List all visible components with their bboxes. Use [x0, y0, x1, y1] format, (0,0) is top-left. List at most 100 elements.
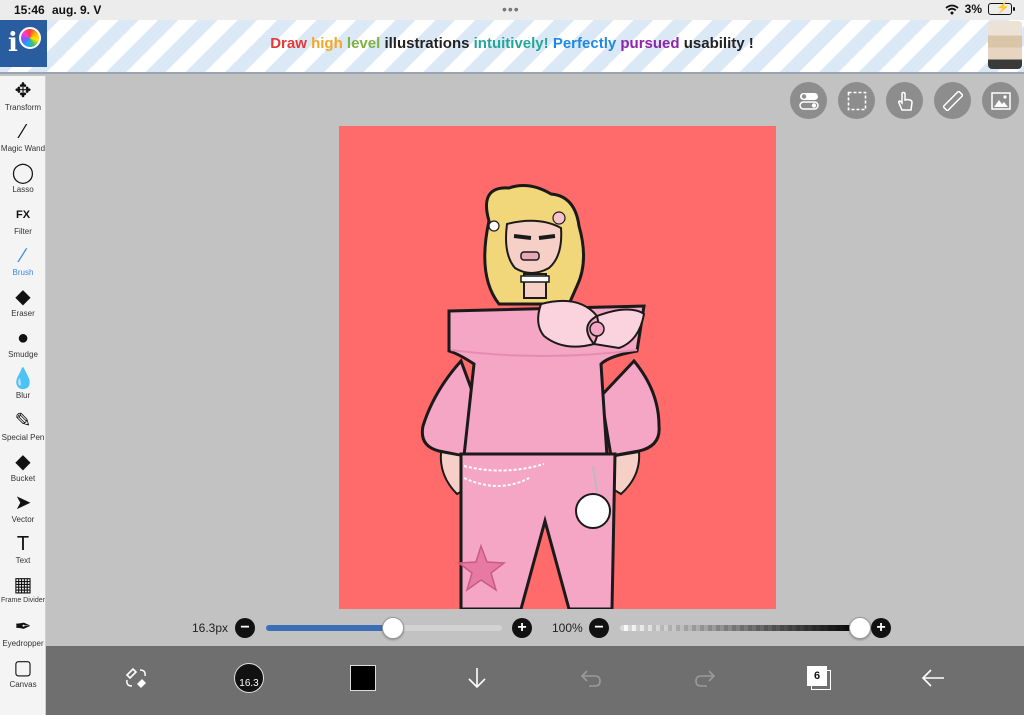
arrow-left-icon: [921, 669, 944, 687]
tool-eraser[interactable]: ◆ Eraser: [0, 284, 46, 325]
eraser-icon: ◆: [15, 286, 31, 308]
tool-label: Frame Divider: [1, 597, 45, 605]
frame-divider-icon: ▦: [13, 574, 33, 597]
canvas-square-icon: ▢: [13, 656, 33, 679]
ad-word: high: [311, 35, 343, 52]
tool-smudge[interactable]: ● Smudge: [0, 325, 46, 366]
opacity-minus-button[interactable]: −: [589, 618, 609, 638]
smudge-icon: ●: [16, 327, 30, 350]
ad-word: usability: [683, 35, 745, 52]
toggle-switches-icon: [798, 92, 819, 110]
ad-banner[interactable]: i Draw high level illustrations intuitiv…: [0, 20, 1024, 74]
tool-brush[interactable]: ∕ Brush: [0, 243, 46, 284]
opacity-label: 100%: [552, 621, 583, 635]
wifi-icon: [945, 4, 959, 14]
undo-icon: [580, 670, 601, 687]
redo-icon: [695, 670, 716, 687]
tool-label: Brush: [12, 267, 34, 277]
undo-button[interactable]: [569, 656, 613, 700]
ad-word: !: [748, 35, 754, 52]
tool-label: Blur: [15, 391, 31, 401]
brush-size-minus-button[interactable]: −: [235, 618, 255, 638]
brush-size-knob[interactable]: [382, 617, 405, 639]
tool-label: Filter: [14, 226, 32, 236]
opacity-knob[interactable]: [849, 617, 871, 639]
cursor-arrow-icon: ➤: [14, 492, 32, 514]
toggle-button[interactable]: [790, 82, 827, 119]
down-arrow-button[interactable]: [455, 656, 499, 700]
opacity-plus-button[interactable]: +: [871, 618, 891, 638]
dashed-selection-icon: [847, 91, 866, 110]
status-right: 3% ⚡: [945, 2, 1015, 16]
ruler-icon: [942, 90, 963, 111]
ruler-button[interactable]: [934, 82, 971, 119]
layers-button[interactable]: 6: [797, 656, 841, 700]
status-date: aug. 9. V: [52, 3, 102, 17]
fx-filter-icon: FX: [15, 208, 31, 221]
eyedropper-icon: ✒: [14, 615, 32, 638]
tool-label: Smudge: [8, 350, 38, 360]
tool-magic-wand[interactable]: ⁄ Magic Wand: [0, 119, 46, 160]
tool-label: Vector: [11, 515, 35, 524]
back-button[interactable]: [911, 656, 955, 700]
special-pen-icon: ✎: [14, 409, 32, 432]
status-time: 15:46: [14, 3, 45, 17]
brush-preview-circle: 16.3: [234, 663, 264, 693]
quick-switch-button[interactable]: [114, 656, 158, 700]
color-button[interactable]: [341, 656, 385, 700]
layer-count: 6: [807, 666, 827, 686]
bucket-icon: ◆: [15, 450, 31, 473]
move-arrows-icon: ✥: [14, 80, 32, 102]
hand-tool-button[interactable]: [886, 82, 923, 119]
magic-wand-icon: ⁄: [21, 121, 25, 144]
tool-filter[interactable]: FX Filter: [0, 202, 46, 243]
ad-word: level: [346, 35, 381, 52]
tool-label: Eraser: [11, 309, 35, 318]
ad-character-avatar: [988, 21, 1022, 69]
multitask-dots[interactable]: •••: [502, 1, 520, 17]
tool-blur[interactable]: 💧 Blur: [0, 366, 46, 407]
material-button[interactable]: [982, 82, 1019, 119]
tool-label: Eyedropper: [2, 638, 44, 648]
drawing-canvas[interactable]: [339, 126, 776, 609]
tool-label: Special Pen: [1, 432, 45, 442]
ad-word: Draw: [270, 35, 307, 52]
brush-size-fill: [266, 625, 394, 631]
tool-label: Lasso: [12, 185, 34, 195]
tool-lasso[interactable]: ◯ Lasso: [0, 160, 46, 201]
brush-size-button[interactable]: 16.3: [227, 656, 271, 700]
tool-label: Transform: [4, 103, 42, 112]
hand-touch-icon: [897, 91, 913, 111]
opacity-slider[interactable]: [620, 625, 860, 631]
tool-transform[interactable]: ✥ Transform: [0, 78, 46, 119]
current-color-swatch: [350, 665, 376, 691]
ad-word: illustrations: [384, 35, 470, 52]
arrow-down-icon: [468, 668, 486, 689]
redo-button[interactable]: [683, 656, 727, 700]
battery-percent: 3%: [964, 2, 982, 16]
brush-settings-bar: 16.3px − + 100% − +: [47, 611, 1024, 645]
tool-text[interactable]: T Text: [0, 531, 46, 572]
tool-label: Canvas: [9, 679, 37, 689]
droplet-icon: 💧: [10, 368, 36, 391]
ad-word: pursued: [620, 35, 680, 52]
tool-eyedropper[interactable]: ✒ Eyedropper: [0, 614, 46, 655]
tool-label: Bucket: [10, 473, 36, 483]
tool-sidebar: ✥ Transform ⁄ Magic Wand ◯ Lasso FX Filter ∕ Brus…: [0, 76, 46, 715]
tool-canvas[interactable]: ▢ Canvas: [0, 655, 46, 696]
lasso-icon: ◯: [11, 162, 35, 185]
brush-size-badge: 16.3: [239, 678, 259, 689]
ad-text: Draw high level illustrations intuitivel…: [0, 35, 1024, 52]
tool-vector[interactable]: ➤ Vector: [0, 490, 46, 531]
battery-icon: ⚡: [988, 2, 1015, 15]
ad-word: intuitively!: [473, 35, 549, 52]
layers-icon: 6: [807, 666, 831, 690]
tool-bucket[interactable]: ◆ Bucket: [0, 449, 46, 490]
tool-frame-divider[interactable]: ▦ Frame Divider: [0, 572, 46, 613]
status-bar: 15:46 aug. 9. V ••• 3% ⚡: [0, 0, 1024, 20]
tool-special-pen[interactable]: ✎ Special Pen: [0, 408, 46, 449]
tool-label: Magic Wand: [0, 144, 46, 154]
brush-size-plus-button[interactable]: +: [512, 618, 532, 638]
bottom-toolbar: 16.3 6: [46, 646, 1024, 715]
selection-button[interactable]: [838, 82, 875, 119]
